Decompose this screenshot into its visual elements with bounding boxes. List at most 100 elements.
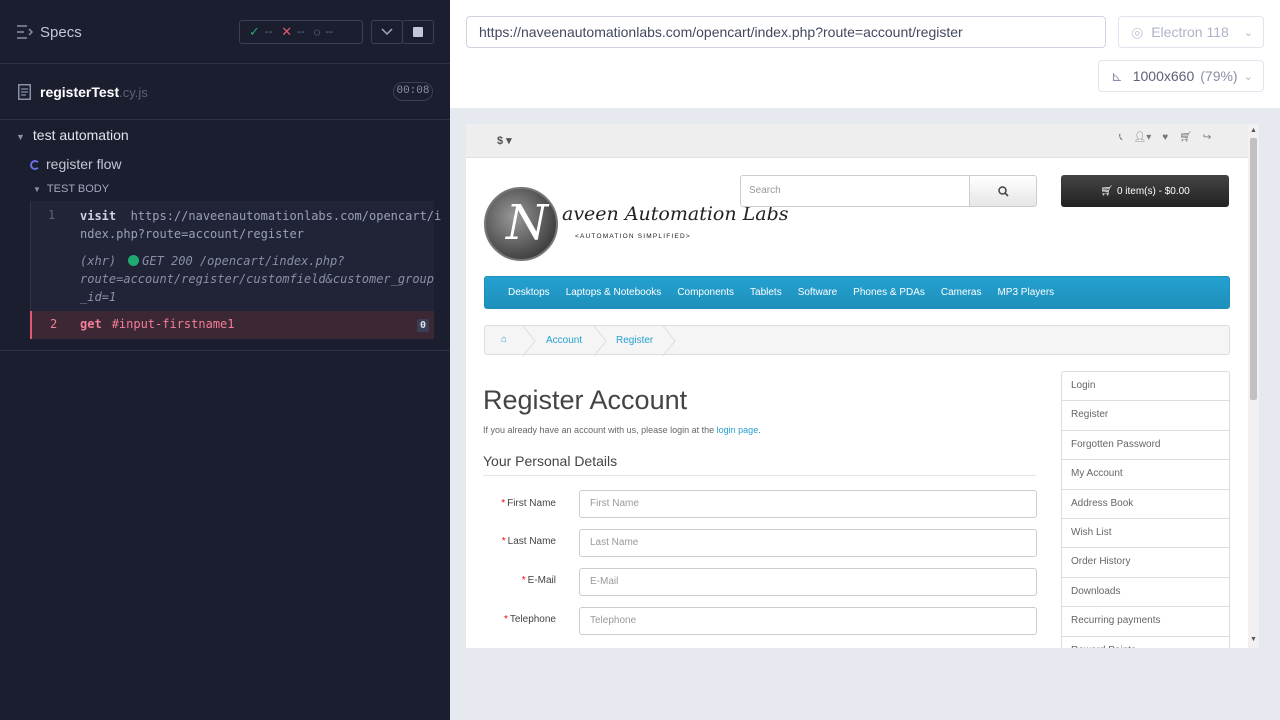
telephone-label: * Telephone — [503, 614, 556, 625]
site-top-nav: $ ▾ 📞︎ 👤︎▾ ♥ 🛒︎ ↪ — [466, 124, 1248, 158]
stop-button[interactable] — [402, 20, 434, 44]
menu-item-tablets[interactable]: Tablets — [750, 287, 782, 298]
check-icon: ✓ — [249, 24, 260, 39]
menu-item-software[interactable]: Software — [798, 287, 837, 298]
failed-count: ✕ -- — [281, 24, 305, 39]
heart-icon[interactable]: ♥ — [1162, 132, 1168, 143]
browser-selector[interactable]: ◎ Electron 118 ⌄ — [1118, 16, 1264, 48]
menu-item-phones[interactable]: Phones & PDAs — [853, 287, 925, 298]
sidebar-item-register[interactable]: Register — [1062, 401, 1229, 431]
menu-item-desktops[interactable]: Desktops — [508, 287, 550, 298]
logo-emblem: N — [484, 187, 558, 261]
command-get-failed[interactable]: 2 get #input-firstname1 0 — [30, 311, 434, 339]
sidebar-item-address-book[interactable]: Address Book — [1062, 490, 1229, 519]
breadcrumb-account[interactable]: Account — [546, 335, 582, 346]
spec-file-name: registerTest.cy.js — [40, 84, 148, 100]
command-xhr[interactable]: (xhr) GET 200 /opencart/index.php? route=… — [80, 252, 434, 306]
top-links: 📞︎ 👤︎▾ ♥ 🛒︎ ↪ — [1119, 132, 1211, 143]
sidebar-item-downloads[interactable]: Downloads — [1062, 578, 1229, 608]
url-bar[interactable]: https://naveenautomationlabs.com/opencar… — [466, 16, 1106, 48]
scrollbar[interactable]: ▲ ▼ — [1248, 124, 1259, 648]
status-dot-icon — [128, 255, 140, 266]
page-title: Register Account — [483, 385, 688, 415]
search-button[interactable] — [969, 175, 1037, 207]
suite-title[interactable]: ▼ test automation — [16, 127, 129, 143]
last-name-label: * Last Name — [501, 536, 556, 547]
running-spinner-icon — [30, 160, 40, 170]
chevron-down-icon — [381, 28, 393, 36]
sidebar-item-my-account[interactable]: My Account — [1062, 460, 1229, 490]
search-input[interactable]: Search — [740, 175, 970, 207]
currency-dropdown[interactable]: $ ▾ — [497, 134, 512, 147]
telephone-input[interactable]: Telephone — [579, 607, 1037, 635]
scroll-up-icon[interactable]: ▲ — [1250, 127, 1257, 134]
scroll-down-icon[interactable]: ▼ — [1250, 636, 1257, 643]
chevron-down-icon: ⌄ — [1243, 70, 1253, 83]
viewport-selector[interactable]: ⊾ 1000x660 (79%) ⌄ — [1098, 60, 1264, 92]
sidebar-item-reward-points[interactable]: Reward Points — [1062, 637, 1229, 648]
intro-text: If you already have an account with us, … — [483, 425, 761, 435]
first-name-input[interactable]: First Name — [579, 490, 1037, 518]
account-icon[interactable]: 👤︎▾ — [1134, 132, 1152, 143]
sidebar-item-wish-list[interactable]: Wish List — [1062, 519, 1229, 549]
divider — [0, 350, 450, 351]
dropdown-button[interactable] — [371, 20, 403, 44]
share-icon[interactable]: ↪ — [1203, 132, 1211, 143]
spinner-icon: ◌ — [313, 25, 321, 39]
pending-count: ◌ -- — [313, 25, 333, 39]
element-count-badge: 0 — [417, 319, 429, 332]
specs-label[interactable]: Specs — [40, 24, 82, 41]
sidebar-item-recurring-payments[interactable]: Recurring payments — [1062, 607, 1229, 637]
passed-count: ✓ -- — [249, 24, 273, 39]
sidebar-item-forgotten-password[interactable]: Forgotten Password — [1062, 431, 1229, 461]
duration-badge: 00:08 — [393, 82, 433, 101]
site-logo[interactable]: N aveen Automation Labs <AUTOMATION SIMP… — [484, 187, 789, 263]
menu-item-cameras[interactable]: Cameras — [941, 287, 982, 298]
login-page-link[interactable]: login page — [717, 425, 759, 435]
breadcrumb-register[interactable]: Register — [616, 335, 653, 346]
email-label: * E-Mail — [521, 575, 556, 586]
test-stats: ✓ -- ✕ -- ◌ -- — [239, 20, 363, 44]
ruler-icon: ⊾ — [1111, 67, 1123, 84]
specs-header: Specs ✓ -- ✕ -- ◌ -- — [0, 0, 450, 64]
command-number: 1 — [48, 208, 56, 222]
test-body-section[interactable]: ▼ TEST BODY — [33, 183, 109, 195]
breadcrumb-separator — [662, 326, 676, 356]
logo-tagline: <AUTOMATION SIMPLIFIED> — [575, 233, 691, 240]
caret-down-icon: ▼ — [16, 132, 25, 142]
first-name-label: * First Name — [501, 498, 556, 509]
breadcrumb: ⌂ Account Register — [484, 325, 1230, 356]
account-sidebar: Login Register Forgotten Password My Acc… — [1061, 371, 1230, 648]
app-under-test: $ ▾ 📞︎ 👤︎▾ ♥ 🛒︎ ↪ ▲ ▼ N aveen Automation… — [466, 124, 1259, 648]
email-input[interactable]: E-Mail — [579, 568, 1037, 596]
test-title[interactable]: register flow — [30, 156, 121, 172]
command-text: get #input-firstname1 — [80, 317, 235, 331]
browser-toolbar: https://naveenautomationlabs.com/opencar… — [450, 0, 1280, 108]
command-visit[interactable]: visit https://naveenautomationlabs.com/o… — [80, 207, 441, 243]
section-legend: Your Personal Details — [483, 453, 1036, 476]
specs-list-icon[interactable] — [17, 25, 33, 39]
command-log-panel: Specs ✓ -- ✕ -- ◌ -- registerTest.cy.js 00:… — [0, 0, 450, 720]
menu-item-laptops[interactable]: Laptops & Notebooks — [566, 287, 662, 298]
command-number: 2 — [50, 317, 58, 331]
stop-icon — [413, 27, 423, 37]
aut-panel: https://naveenautomationlabs.com/opencar… — [450, 0, 1280, 720]
command-list: 1 visit https://naveenautomationlabs.com… — [30, 201, 441, 311]
last-name-input[interactable]: Last Name — [579, 529, 1037, 557]
sidebar-item-login[interactable]: Login — [1062, 372, 1229, 402]
home-icon[interactable]: ⌂ — [501, 334, 507, 345]
category-menu: Desktops Laptops & Notebooks Components … — [484, 276, 1230, 309]
caret-down-icon: ▼ — [33, 185, 41, 194]
scroll-thumb[interactable] — [1250, 138, 1257, 400]
cart-icon: 🛒︎ — [1100, 185, 1113, 197]
menu-item-mp3[interactable]: MP3 Players — [997, 287, 1054, 298]
x-icon: ✕ — [281, 24, 293, 39]
chevron-down-icon: ⌄ — [1243, 26, 1253, 39]
cart-button[interactable]: 🛒︎ 0 item(s) - $0.00 — [1061, 175, 1229, 207]
search-icon — [997, 185, 1009, 197]
menu-item-components[interactable]: Components — [677, 287, 734, 298]
browser-icon: ◎ — [1131, 23, 1144, 40]
cart-icon[interactable]: 🛒︎ — [1179, 132, 1192, 143]
sidebar-item-order-history[interactable]: Order History — [1062, 548, 1229, 578]
phone-icon[interactable]: 📞︎ — [1119, 132, 1123, 143]
